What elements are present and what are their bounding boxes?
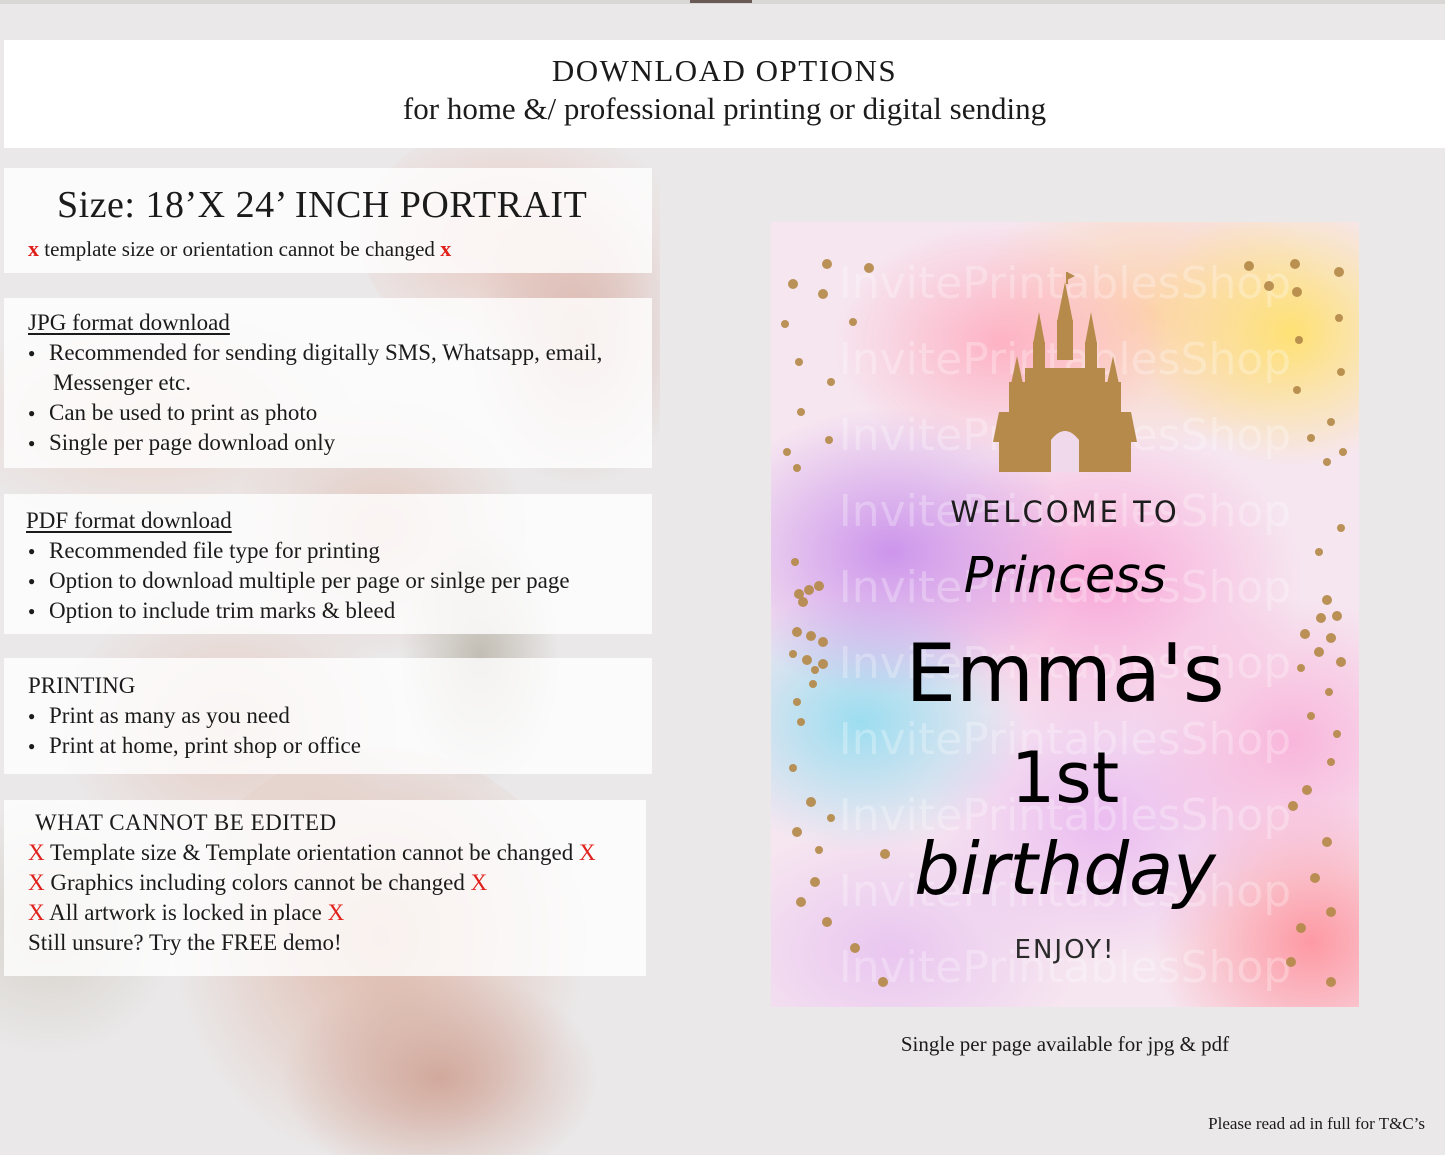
x-mark: X (28, 870, 45, 895)
demo-prompt: Still unsure? Try the FREE demo! (28, 930, 342, 955)
size-note-text: template size or orientation cannot be c… (39, 237, 441, 261)
x-mark: X (28, 900, 45, 925)
poster-enjoy-text: ENJOY! (1014, 935, 1116, 965)
x-mark: x (440, 236, 452, 261)
edit-title: WHAT CANNOT BE EDITED (35, 810, 337, 835)
list-item: Print at home, print shop or office (4, 731, 652, 761)
restriction-line: X Template size & Template orientation c… (4, 838, 646, 868)
jpg-panel: JPG format download Recommended for send… (4, 298, 652, 468)
poster-welcome-text: WELCOME TO (950, 495, 1180, 529)
page-title: DOWNLOAD OPTIONS (551, 53, 898, 88)
edit-restrictions-panel: WHAT CANNOT BE EDITED X Template size & … (4, 800, 646, 976)
printing-list: Print as many as you need Print at home,… (4, 701, 652, 761)
list-item-continuation: Messenger etc. (53, 370, 191, 395)
poster-caption: Single per page available for jpg & pdf (900, 1032, 1230, 1056)
restriction-text: Graphics including colors cannot be chan… (44, 870, 471, 895)
x-mark: X (470, 870, 488, 895)
jpg-title: JPG format download (28, 310, 230, 335)
list-item: Can be used to print as photo (4, 398, 652, 428)
header-banner: DOWNLOAD OPTIONS for home &/ professiona… (4, 40, 1445, 148)
pdf-title: PDF format download (26, 508, 232, 533)
restriction-line: X Graphics including colors cannot be ch… (4, 868, 646, 898)
x-mark: X (327, 900, 345, 925)
list-item: Recommended for sending digitally SMS, W… (4, 338, 652, 368)
footer-note: Please read ad in full for T&C’s (1208, 1114, 1425, 1133)
x-mark: X (28, 840, 45, 865)
list-item: Single per page download only (4, 428, 652, 458)
restriction-text: All artwork is locked in place (44, 900, 328, 925)
printing-panel: PRINTING Print as many as you need Print… (4, 658, 652, 774)
page-subtitle: for home &/ professional printing or dig… (402, 91, 1047, 126)
x-mark: X (578, 840, 596, 865)
list-item: Recommended file type for printing (4, 536, 652, 566)
x-mark: x (28, 236, 39, 261)
size-panel: Size: 18’X 24’ INCH PORTRAIT x template … (4, 168, 652, 273)
poster-event-text: birthday (914, 827, 1216, 911)
size-title: Size: 18’X 24’ INCH PORTRAIT (57, 184, 588, 226)
jpg-list: Recommended for sending digitally SMS, W… (4, 338, 652, 458)
pdf-panel: PDF format download Recommended file typ… (4, 494, 652, 634)
poster-ordinal-text: 1st (1010, 737, 1120, 819)
list-item: Print as many as you need (4, 701, 652, 731)
top-notch (690, 0, 752, 3)
castle-icon (993, 272, 1137, 472)
restriction-line: X All artwork is locked in place X (4, 898, 646, 928)
size-note: x template size or orientation cannot be… (28, 234, 451, 264)
list-item: Option to include trim marks & bleed (4, 596, 652, 626)
poster-name-text: Emma's (905, 627, 1225, 720)
poster-preview: InvitePrintablesShop InvitePrintablesSho… (771, 222, 1359, 1007)
list-item: Option to download multiple per page or … (4, 566, 652, 596)
poster-princess-text: Princess (963, 547, 1167, 604)
printing-title: PRINTING (28, 673, 136, 698)
restriction-text: Template size & Template orientation can… (44, 840, 579, 865)
pdf-list: Recommended file type for printing Optio… (4, 536, 652, 626)
